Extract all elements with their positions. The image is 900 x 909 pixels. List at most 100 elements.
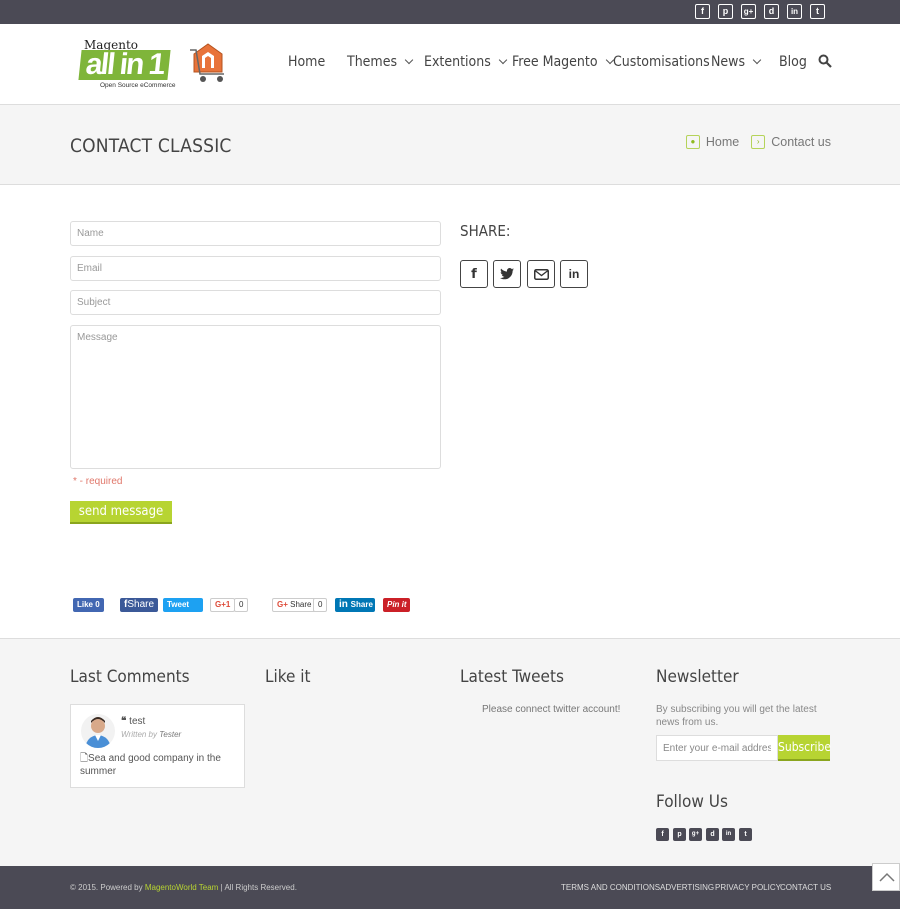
google-plus-one-button[interactable]: G+1 (210, 598, 236, 612)
newsletter-email-input[interactable] (656, 735, 778, 761)
avatar[interactable] (81, 714, 115, 748)
site-logo[interactable]: Magento all in 1 Open Source eCommerce (78, 38, 228, 94)
cart-icon (190, 43, 224, 82)
document-icon: 🗋 (80, 753, 89, 764)
share-title: SHARE: (460, 222, 511, 240)
comment-text-label: Sea and good company in the summer (80, 753, 221, 777)
pinterest-icon[interactable]: p (718, 4, 733, 19)
nav-free-magento-label: Free Magento (512, 54, 598, 70)
privacy-policy-link[interactable]: PRIVACY POLICY (715, 883, 781, 892)
google-share-button[interactable]: G+ Share (272, 598, 317, 612)
nav-extentions-label: Extentions (424, 54, 491, 70)
pinterest-pin-button[interactable]: Pin it (383, 598, 410, 612)
google-plus-icon: G+ (277, 600, 291, 609)
breadcrumb-home[interactable]: Home (706, 135, 739, 149)
nav-themes-label: Themes (347, 54, 398, 70)
share-email-button[interactable] (527, 260, 555, 288)
chevron-down-icon (752, 55, 762, 65)
facebook-like-button[interactable]: Like 0 (73, 598, 104, 612)
top-bar: f p g+ d in t (0, 0, 900, 24)
linkedin-icon: in (568, 267, 580, 281)
tweet-button[interactable]: Tweet (163, 598, 203, 612)
nav-extentions[interactable]: Extentions (424, 54, 508, 70)
twitter-icon[interactable]: t (810, 4, 825, 19)
pinterest-icon[interactable]: p (673, 828, 686, 841)
nav-news[interactable]: News (711, 54, 762, 70)
subject-input[interactable] (70, 290, 441, 315)
required-label: - required (76, 476, 123, 487)
google-plus-count: 0 (234, 598, 249, 612)
bottom-bar: © 2015. Powered by MagentoWorld Team | A… (0, 866, 900, 909)
map-marker-icon: ● (685, 135, 700, 149)
linkedin-icon: in (339, 599, 351, 610)
google-plus-icon[interactable]: g+ (741, 4, 756, 19)
dribbble-icon[interactable]: d (706, 828, 719, 841)
subscribe-button[interactable]: Subscribe (778, 735, 831, 761)
logo-allin-text: all in 1 (78, 48, 171, 81)
advertising-link[interactable]: ADVERTISING (660, 883, 714, 892)
chevron-down-icon (404, 55, 414, 65)
logo-tagline: Open Source eCommerce (100, 82, 176, 89)
twitter-icon[interactable]: t (739, 828, 752, 841)
comment-writer: Tester (159, 730, 182, 739)
chevron-up-icon (879, 872, 895, 882)
envelope-icon (533, 268, 549, 280)
google-share-count: 0 (313, 598, 328, 612)
comment-text[interactable]: 🗋Sea and good company in the summer (80, 752, 240, 778)
twitter-icon (500, 268, 514, 280)
title-band: CONTACT CLASSIC ● Home › Contact us (0, 105, 900, 185)
breadcrumb: ● Home › Contact us (685, 135, 831, 149)
chevron-down-icon (498, 55, 508, 65)
follow-us-title: Follow Us (656, 792, 728, 812)
facebook-share-button[interactable]: fShare (120, 598, 159, 612)
google-share-label: Share (290, 600, 312, 609)
nav-themes[interactable]: Themes (347, 54, 414, 70)
latest-tweets-title: Latest Tweets (460, 667, 564, 687)
comment-card: ❝ test Written by Tester 🗋Sea and good c… (70, 704, 245, 788)
copyright-suffix: | All Rights Reserved. (218, 883, 297, 892)
share-linkedin-button[interactable]: in (560, 260, 588, 288)
written-by-label: Written by (121, 730, 158, 739)
quote-icon: ❝ (121, 716, 130, 727)
linkedin-icon[interactable]: in (787, 4, 802, 19)
chevron-right-icon: › (751, 135, 766, 149)
facebook-icon[interactable]: f (695, 4, 710, 19)
linkedin-share-label: Share (350, 600, 373, 609)
newsletter-text: By subscribing you will get the latest n… (656, 704, 817, 728)
nav-free-magento[interactable]: Free Magento (512, 54, 614, 70)
scroll-to-top-button[interactable] (872, 863, 900, 891)
send-message-button[interactable]: send message (70, 501, 172, 524)
dribbble-icon[interactable]: d (764, 4, 779, 19)
last-comments-title: Last Comments (70, 667, 190, 687)
copyright-prefix: © 2015. Powered by (70, 883, 145, 892)
linkedin-share-button[interactable]: in Share (335, 598, 375, 612)
share-facebook-button[interactable]: f (460, 260, 488, 288)
facebook-share-label: Share (127, 599, 155, 610)
copyright-team-link[interactable]: MagentoWorld Team (145, 883, 219, 892)
page-title: CONTACT CLASSIC (70, 135, 232, 157)
required-note: * - required (73, 476, 122, 487)
name-input[interactable] (70, 221, 441, 246)
linkedin-icon[interactable]: in (722, 828, 735, 841)
newsletter-title: Newsletter (656, 667, 739, 687)
site-header: Magento all in 1 Open Source eCommerce H… (0, 24, 900, 105)
nav-customisations[interactable]: Customisations (613, 54, 710, 70)
like-it-title: Like it (265, 667, 311, 687)
nav-blog[interactable]: Blog (779, 54, 807, 70)
nav-news-label: News (711, 54, 746, 70)
facebook-icon[interactable]: f (656, 828, 669, 841)
email-input[interactable] (70, 256, 441, 281)
copyright: © 2015. Powered by MagentoWorld Team | A… (70, 883, 297, 892)
message-textarea[interactable] (70, 325, 441, 469)
nav-home[interactable]: Home (288, 54, 325, 70)
search-icon[interactable] (818, 54, 832, 68)
share-twitter-button[interactable] (493, 260, 521, 288)
contact-us-link[interactable]: CONTACT US (780, 883, 831, 892)
google-plus-icon[interactable]: g+ (689, 828, 702, 841)
breadcrumb-current: Contact us (771, 135, 831, 149)
terms-link[interactable]: TERMS AND CONDITIONS (561, 883, 660, 892)
twitter-connect-message: Please connect twitter account! (482, 704, 621, 715)
comment-author[interactable]: ❝ test (121, 716, 145, 727)
facebook-icon: f (471, 266, 477, 282)
comment-author-name: test (129, 716, 146, 727)
